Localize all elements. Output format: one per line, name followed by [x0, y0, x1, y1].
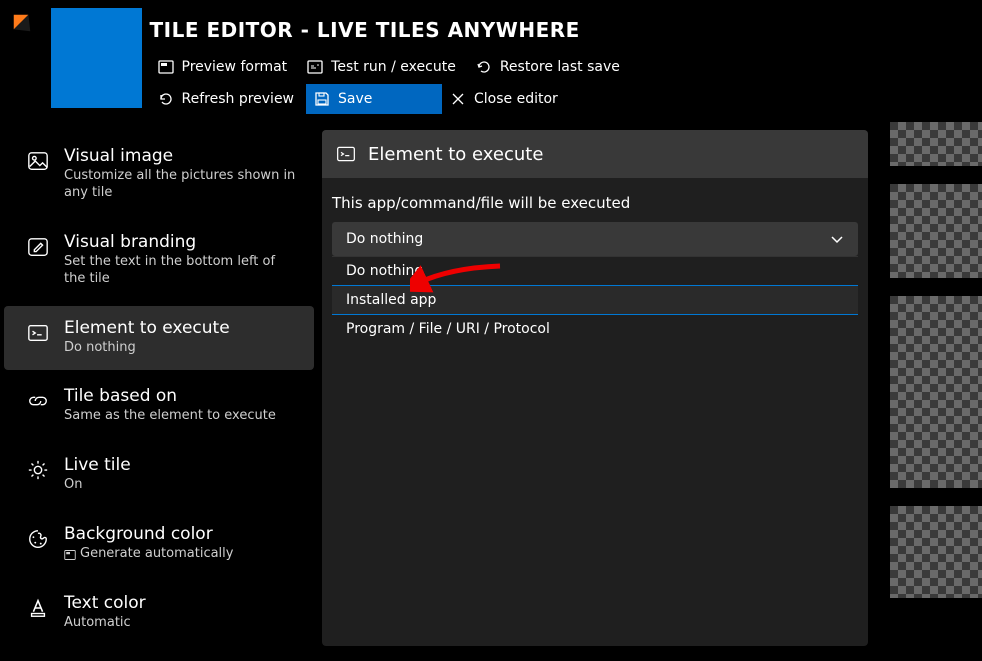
sidebar-item-tile-based-on[interactable]: Tile based on Same as the element to exe…: [4, 374, 314, 439]
tile-preview: [51, 8, 141, 108]
edit-icon: [26, 232, 50, 288]
combo-value: Do nothing: [346, 231, 423, 247]
dropdown-option-do-nothing[interactable]: Do nothing: [332, 257, 858, 285]
dropdown-option-program-file[interactable]: Program / File / URI / Protocol: [332, 315, 858, 343]
sidebar-item-sub: On: [64, 477, 131, 494]
tile-preview-wide: [890, 296, 982, 488]
terminal-icon: [336, 144, 356, 164]
page-title: TILE EDITOR - LIVE TILES ANYWHERE: [150, 18, 982, 42]
sidebar-item-sub: Customize all the pictures shown in any …: [64, 168, 296, 202]
refresh-icon: [158, 91, 174, 107]
link-icon: [26, 386, 50, 425]
execute-combo[interactable]: Do nothing: [332, 222, 858, 256]
tile-preview-medium: [890, 184, 982, 278]
sidebar-item-label: Background color: [64, 524, 233, 544]
close-editor-button[interactable]: Close editor: [442, 84, 590, 114]
sun-icon: [26, 455, 50, 494]
close-label: Close editor: [474, 91, 558, 107]
sidebar-item-sub: Same as the element to execute: [64, 408, 276, 425]
sidebar-item-label: Visual image: [64, 146, 296, 166]
sidebar-item-live-tile[interactable]: Live tile On: [4, 443, 314, 508]
sidebar-item-label: Element to execute: [64, 318, 230, 338]
save-button[interactable]: Save: [306, 84, 442, 114]
sidebar-item-label: Tile based on: [64, 386, 276, 406]
refresh-label: Refresh preview: [182, 91, 295, 107]
preview-format-button[interactable]: Preview format: [150, 52, 300, 82]
sidebar-item-sub: Do nothing: [64, 340, 230, 357]
execute-dropdown-list: Do nothing Installed app Program / File …: [332, 256, 858, 343]
chevron-down-icon: [830, 232, 844, 246]
sidebar-item-label: Live tile: [64, 455, 131, 475]
restore-button[interactable]: Restore last save: [468, 52, 632, 82]
section-label: This app/command/file will be executed: [332, 194, 858, 212]
sidebar-item-label: Visual branding: [64, 232, 296, 252]
app-logo-icon: [0, 8, 43, 38]
save-icon: [314, 91, 330, 107]
panel-title: Element to execute: [368, 144, 543, 165]
undo-icon: [476, 59, 492, 75]
sidebar-item-label: Text color: [64, 593, 146, 613]
palette-icon: [26, 524, 50, 563]
text-color-icon: [26, 593, 50, 632]
sidebar-item-text-color[interactable]: Text color Automatic: [4, 581, 314, 646]
terminal-icon: [26, 318, 50, 357]
test-run-button[interactable]: Test run / execute: [299, 52, 468, 82]
sidebar-item-sub: Generate automatically: [64, 546, 233, 563]
sidebar-item-sub: Automatic: [64, 615, 146, 632]
tile-size-previews: [890, 122, 982, 598]
test-run-icon: [307, 59, 323, 75]
main-panel: Element to execute This app/command/file…: [322, 130, 868, 646]
sidebar-item-background-color[interactable]: Background color Generate automatically: [4, 512, 314, 577]
preview-format-label: Preview format: [182, 59, 288, 75]
refresh-preview-button[interactable]: Refresh preview: [150, 84, 307, 114]
sidebar-item-visual-image[interactable]: Visual image Customize all the pictures …: [4, 134, 314, 216]
auto-icon: [64, 549, 76, 561]
dropdown-option-installed-app[interactable]: Installed app: [332, 285, 858, 315]
tile-preview-large: [890, 506, 982, 598]
sidebar-item-sub: Set the text in the bottom left of the t…: [64, 254, 296, 288]
close-icon: [450, 91, 466, 107]
restore-label: Restore last save: [500, 59, 620, 75]
tile-preview-small: [890, 122, 982, 166]
test-run-label: Test run / execute: [331, 59, 456, 75]
sidebar-item-visual-branding[interactable]: Visual branding Set the text in the bott…: [4, 220, 314, 302]
image-icon: [26, 146, 50, 202]
sidebar-item-element-execute[interactable]: Element to execute Do nothing: [4, 306, 314, 371]
preview-format-icon: [158, 59, 174, 75]
save-label: Save: [338, 91, 372, 107]
